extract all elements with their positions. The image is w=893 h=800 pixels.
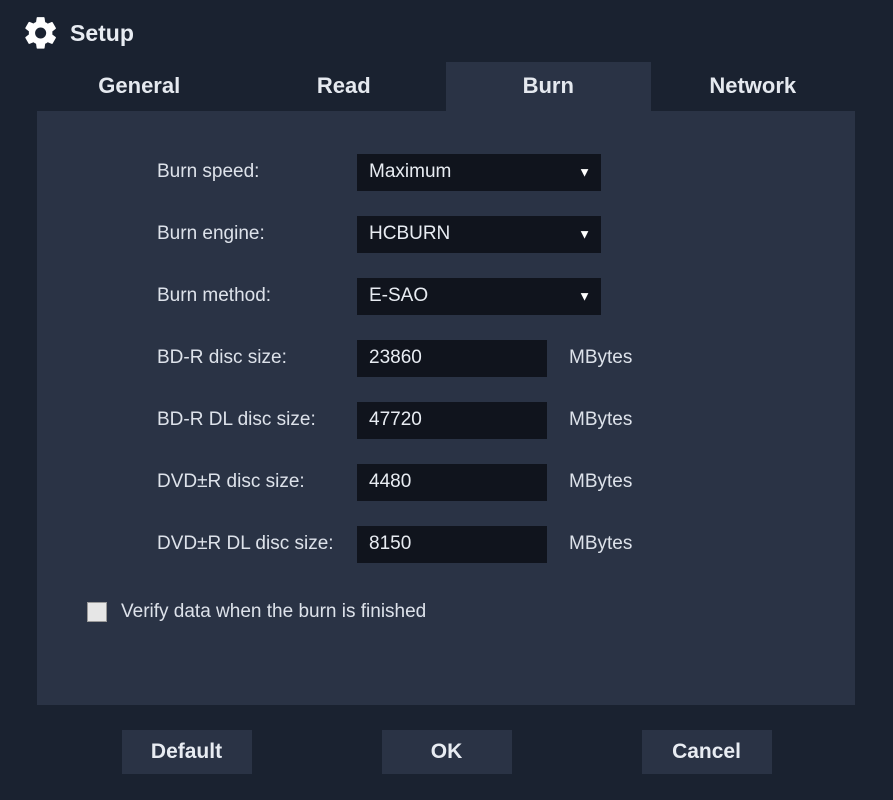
- tab-network[interactable]: Network: [651, 62, 856, 111]
- row-dvdr-size: DVD±R disc size: MBytes: [157, 451, 825, 513]
- input-bdr-size[interactable]: [357, 340, 547, 377]
- row-bdr-size: BD-R disc size: MBytes: [157, 327, 825, 389]
- checkbox-verify[interactable]: [87, 602, 107, 622]
- dialog-title: Setup: [70, 20, 134, 47]
- unit-dvdr-size: MBytes: [569, 471, 632, 493]
- select-burn-speed-value[interactable]: Maximum: [357, 154, 601, 191]
- row-bdr-dl-size: BD-R DL disc size: MBytes: [157, 389, 825, 451]
- row-dvdr-dl-size: DVD±R DL disc size: MBytes: [157, 513, 825, 575]
- label-bdr-dl-size: BD-R DL disc size:: [157, 409, 357, 431]
- label-burn-method: Burn method:: [157, 285, 357, 307]
- label-verify: Verify data when the burn is finished: [121, 601, 426, 623]
- row-burn-method: Burn method: E-SAO ▼: [157, 265, 825, 327]
- input-dvdr-dl-size[interactable]: [357, 526, 547, 563]
- row-burn-engine: Burn engine: HCBURN ▼: [157, 203, 825, 265]
- unit-dvdr-dl-size: MBytes: [569, 533, 632, 555]
- cancel-button[interactable]: Cancel: [642, 730, 772, 774]
- row-verify: Verify data when the burn is finished: [87, 601, 825, 623]
- burn-panel: Burn speed: Maximum ▼ Burn engine: HCBUR…: [37, 111, 855, 705]
- select-burn-speed[interactable]: Maximum ▼: [357, 154, 601, 191]
- setup-dialog: Setup General Read Burn Network Burn spe…: [0, 0, 893, 800]
- tab-general[interactable]: General: [37, 62, 242, 111]
- label-dvdr-dl-size: DVD±R DL disc size:: [157, 533, 357, 555]
- unit-bdr-size: MBytes: [569, 347, 632, 369]
- select-burn-engine[interactable]: HCBURN ▼: [357, 216, 601, 253]
- ok-button[interactable]: OK: [382, 730, 512, 774]
- unit-bdr-dl-size: MBytes: [569, 409, 632, 431]
- label-dvdr-size: DVD±R disc size:: [157, 471, 357, 493]
- row-burn-speed: Burn speed: Maximum ▼: [157, 141, 825, 203]
- label-bdr-size: BD-R disc size:: [157, 347, 357, 369]
- input-dvdr-size[interactable]: [357, 464, 547, 501]
- button-row: Default OK Cancel: [0, 730, 893, 774]
- select-burn-method-value[interactable]: E-SAO: [357, 278, 601, 315]
- select-burn-method[interactable]: E-SAO ▼: [357, 278, 601, 315]
- tab-bar: General Read Burn Network: [37, 62, 855, 111]
- default-button[interactable]: Default: [122, 730, 252, 774]
- label-burn-speed: Burn speed:: [157, 161, 357, 183]
- select-burn-engine-value[interactable]: HCBURN: [357, 216, 601, 253]
- tab-burn[interactable]: Burn: [446, 62, 651, 111]
- label-burn-engine: Burn engine:: [157, 223, 357, 245]
- input-bdr-dl-size[interactable]: [357, 402, 547, 439]
- gear-icon: [22, 14, 60, 52]
- tab-read[interactable]: Read: [242, 62, 447, 111]
- titlebar: Setup: [0, 0, 893, 62]
